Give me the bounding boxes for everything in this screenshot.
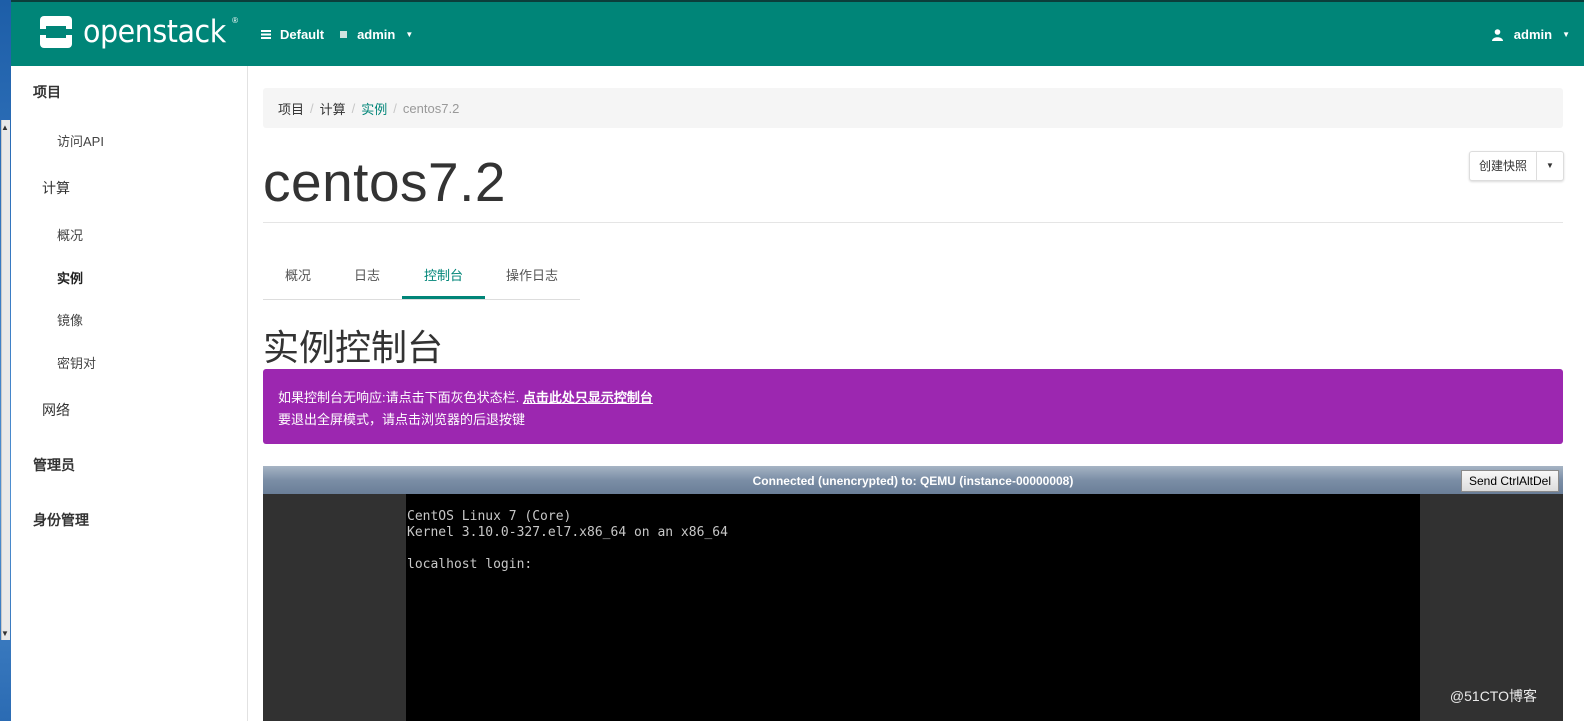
desktop-edge: ▲ ▼	[0, 0, 11, 721]
sidebar-item-identity[interactable]: 身份管理	[33, 510, 89, 530]
sidebar-item-admin[interactable]: 管理员	[33, 455, 75, 475]
list-icon	[261, 30, 271, 39]
breadcrumb-project: 项目	[278, 101, 305, 117]
scroll-down-icon[interactable]: ▼	[1, 630, 9, 638]
square-icon	[340, 31, 348, 38]
brand-trademark: ®	[232, 15, 239, 25]
sidebar-item-images[interactable]: 镜像	[57, 310, 83, 329]
page-title: centos7.2	[263, 151, 507, 213]
domain-name: Default	[280, 27, 325, 42]
chevron-down-icon: ▼	[1562, 30, 1570, 39]
breadcrumb-compute: 计算	[319, 101, 346, 117]
console-alert: 如果控制台无响应:请点击下面灰色状态栏. 点击此处只显示控制台 要退出全屏模式，…	[263, 369, 1563, 444]
user-icon	[1491, 28, 1503, 41]
active-tab-indicator	[402, 296, 485, 299]
vnc-screen[interactable]: CentOS Linux 7 (Core) Kernel 3.10.0-327.e…	[406, 494, 1420, 721]
openstack-logo-icon	[40, 16, 72, 48]
console-line: CentOS Linux 7 (Core)	[407, 509, 572, 524]
breadcrumb: 项目 / 计算 / 实例 / centos7.2	[263, 88, 1563, 128]
main-content: 项目 / 计算 / 实例 / centos7.2 centos7.2 创建快照 …	[248, 66, 1584, 721]
breadcrumb-separator: /	[393, 100, 397, 116]
console-only-link[interactable]: 点击此处只显示控制台	[523, 390, 653, 405]
project-switcher[interactable]: Default admin ▼	[261, 27, 413, 42]
user-name: admin	[1513, 27, 1553, 42]
console-line: Kernel 3.10.0-327.el7.x86_64 on an x86_6…	[407, 525, 728, 540]
tab-console[interactable]: 控制台	[424, 265, 463, 284]
actions-dropdown-toggle[interactable]: ▼	[1537, 152, 1563, 180]
breadcrumb-separator: /	[351, 100, 356, 116]
console-line: localhost login:	[407, 557, 533, 572]
project-name: admin	[357, 27, 396, 42]
chevron-down-icon: ▼	[405, 30, 414, 39]
sidebar-item-project[interactable]: 项目	[33, 82, 61, 102]
sidebar-item-compute[interactable]: 计算	[42, 178, 70, 198]
sidebar-item-network[interactable]: 网络	[42, 400, 70, 420]
instance-tabs: 概况 日志 控制台 操作日志	[263, 252, 580, 300]
vnc-status-bar[interactable]: Connected (unencrypted) to: QEMU (instan…	[263, 466, 1563, 494]
scroll-up-icon[interactable]: ▲	[1, 124, 9, 132]
alert-line-2: 要退出全屏模式，请点击浏览器的后退按键	[278, 412, 526, 427]
user-menu[interactable]: admin ▼	[1491, 27, 1570, 42]
watermark: @51CTO博客	[1449, 688, 1537, 704]
vnc-console: Connected (unencrypted) to: QEMU (instan…	[263, 466, 1563, 721]
create-snapshot-button[interactable]: 创建快照	[1470, 152, 1537, 180]
send-ctrl-alt-del-button[interactable]: Send CtrlAltDel	[1460, 470, 1559, 492]
section-title: 实例控制台	[263, 327, 444, 368]
window-scrollbar[interactable]	[1, 120, 10, 640]
brand[interactable]: openstack ®	[38, 14, 238, 50]
tab-overview[interactable]: 概况	[285, 265, 311, 284]
sidebar-item-key-pairs[interactable]: 密钥对	[57, 353, 96, 372]
breadcrumb-instances[interactable]: 实例	[361, 99, 387, 118]
breadcrumb-current: centos7.2	[402, 100, 460, 116]
breadcrumb-separator: /	[310, 100, 314, 116]
sidebar-item-api-access[interactable]: 访问API	[57, 131, 104, 150]
console-line: ​	[407, 541, 1420, 557]
tab-action-log[interactable]: 操作日志	[506, 265, 558, 284]
snapshot-button-group: 创建快照 ▼	[1468, 151, 1564, 181]
alert-line-1: 如果控制台无响应:请点击下面灰色状态栏. 点击此处只显示控制台	[278, 387, 1563, 409]
top-navbar: openstack ® Default admin ▼ admin ▼	[11, 0, 1584, 66]
sidebar-item-overview[interactable]: 概况	[57, 225, 83, 244]
tab-log[interactable]: 日志	[354, 265, 380, 284]
vnc-status-text: Connected (unencrypted) to: QEMU (instan…	[752, 474, 1074, 488]
alert-text: 如果控制台无响应:请点击下面灰色状态栏.	[278, 390, 520, 405]
sidebar: 项目 访问API 计算 概况 实例 镜像 密钥对 网络 管理员 身份管理	[11, 66, 248, 721]
sidebar-item-instances[interactable]: 实例	[57, 268, 83, 287]
brand-name: openstack	[83, 14, 226, 50]
title-divider	[263, 222, 1563, 223]
